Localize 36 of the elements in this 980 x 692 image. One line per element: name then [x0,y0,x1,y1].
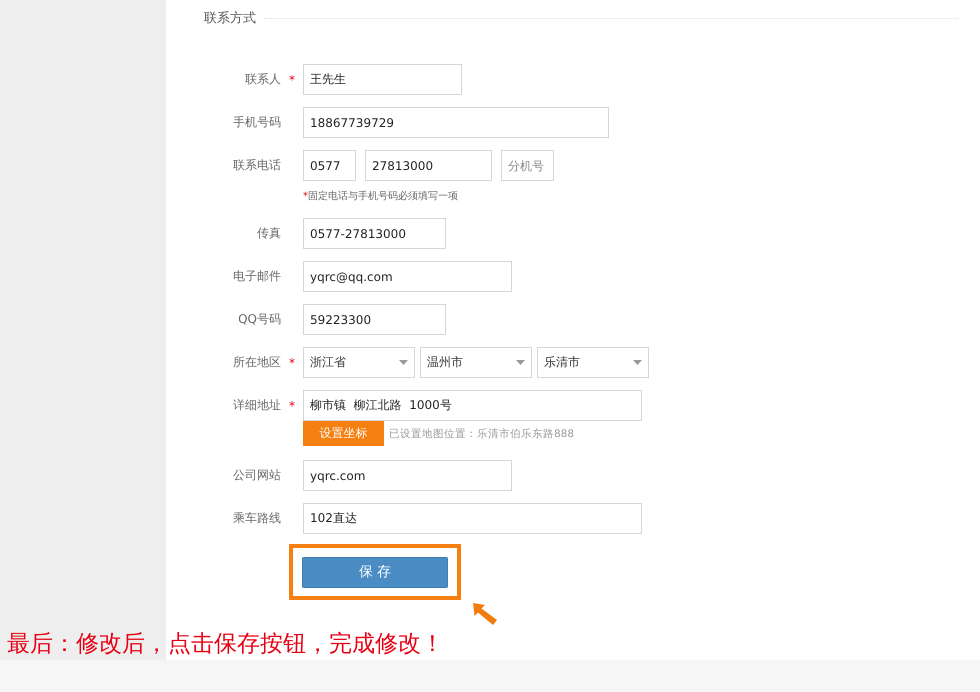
dropdown[interactable]: 浙江省 [303,347,415,378]
required-mark: * [289,398,295,412]
input-field[interactable]: 0577 [303,150,356,181]
section-title: 联系方式 [204,10,256,27]
input-field[interactable]: 0577-27813000 [303,218,446,249]
field-label: 详细地址 [232,397,281,414]
field-label: 乘车路线 [232,510,281,527]
field-label: 传真 [256,225,281,242]
input-field[interactable]: yqrc.com [303,460,512,491]
field-label: 手机号码 [232,114,281,131]
input-field[interactable]: 分机号 [501,150,554,181]
caret-icon [633,360,642,365]
input-field[interactable]: 王先生 [303,64,462,95]
required-mark: * [289,72,295,86]
caret-icon [399,360,408,365]
field-label: 电子邮件 [232,268,281,285]
dropdown[interactable]: 温州市 [420,347,532,378]
input-field[interactable]: 柳市镇 柳江北路 1000号 [303,390,642,421]
dropdown[interactable]: 乐清市 [537,347,649,378]
field-label: 公司网站 [232,467,281,484]
instruction-caption: 最后：修改后，点击保存按钮，完成修改！ [7,630,444,659]
input-field[interactable]: 59223300 [303,304,446,335]
arrow-icon [472,602,498,626]
location-status-text: 已设置地图位置：乐清市伯乐东路888 [389,426,574,440]
input-field[interactable]: 27813000 [365,150,492,181]
field-label: 所在地区 [232,354,281,371]
input-field[interactable]: yqrc@qq.com [303,261,512,292]
field-label: 联系电话 [232,157,281,174]
required-mark: * [289,356,295,370]
input-field[interactable]: 18867739729 [303,107,609,138]
save-button[interactable]: 保 存 [302,556,448,588]
field-label: QQ号码 [237,311,281,328]
field-label: 联系人 [244,71,281,88]
input-field[interactable]: 102直达 [303,503,642,534]
caret-icon [516,360,525,365]
hint-text: *固定电话与手机号码必须填写一项 [303,191,458,202]
